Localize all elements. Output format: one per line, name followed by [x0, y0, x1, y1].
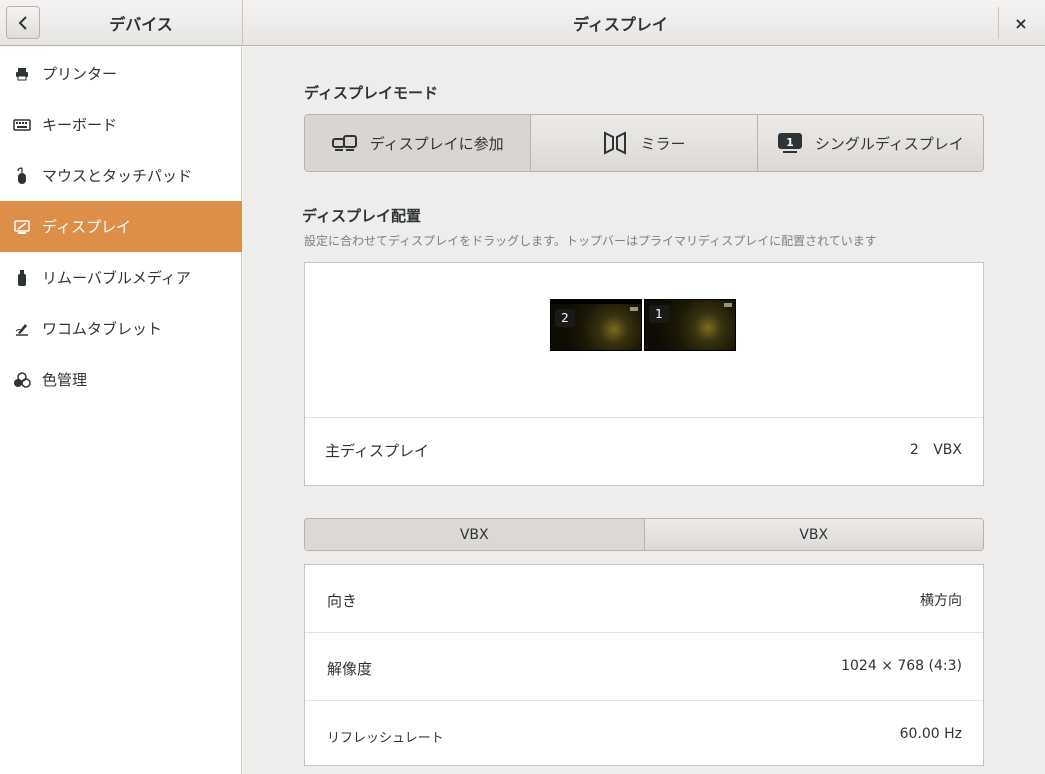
- tab-vbx-2[interactable]: VBX: [644, 519, 983, 550]
- monitor-corner-mark: [724, 303, 732, 307]
- display-icon: [13, 218, 31, 236]
- primary-display-value: 2 VBX: [909, 442, 962, 458]
- sidebar-item-mouse[interactable]: マウスとタッチパッド: [0, 150, 242, 201]
- sidebar-item-label: リムーバブルメディア: [42, 269, 191, 287]
- single-display-label: シングルディスプレイ: [814, 134, 964, 153]
- mirror-label: ミラー: [640, 134, 686, 153]
- chevron-left-icon: [18, 15, 27, 30]
- arrangement-title: ディスプレイ配置: [302, 207, 421, 225]
- back-button[interactable]: [6, 6, 40, 39]
- sidebar-item-display[interactable]: ディスプレイ: [0, 201, 242, 252]
- sidebar-item-label: 色管理: [42, 371, 88, 389]
- monitor-2[interactable]: 2: [550, 299, 642, 351]
- monitor-1[interactable]: 1: [644, 299, 736, 351]
- color-circles-icon: [13, 371, 31, 389]
- sidebar-item-label: マウスとタッチパッド: [42, 167, 193, 185]
- primary-display-label: 主ディスプレイ: [325, 442, 429, 460]
- page-title: ディスプレイ: [573, 15, 668, 34]
- refresh-rate-label: リフレッシュレート: [327, 731, 444, 746]
- monitor-number: 1: [649, 305, 669, 323]
- sidebar-item-label: プリンター: [42, 65, 118, 83]
- monitor-corner-mark: [630, 307, 638, 311]
- close-button[interactable]: ×: [1004, 7, 1038, 39]
- display-tabs: VBX VBX: [304, 518, 984, 551]
- single-display-button[interactable]: 1 シングルディスプレイ: [757, 115, 983, 171]
- single-display-icon: 1: [777, 133, 802, 153]
- resolution-label: 解像度: [327, 660, 373, 678]
- join-displays-icon: [331, 135, 357, 151]
- mirror-icon: [604, 131, 627, 155]
- svg-text:1: 1: [786, 136, 794, 149]
- sidebar-item-printers[interactable]: プリンター: [0, 48, 242, 99]
- mouse-icon: [13, 166, 31, 185]
- mirror-button[interactable]: ミラー: [531, 115, 758, 171]
- tablet-pen-icon: [13, 320, 31, 338]
- sidebar-title: デバイス: [109, 15, 173, 34]
- sidebar-item-removable-media[interactable]: リムーバブルメディア: [0, 252, 242, 303]
- sidebar-item-label: ディスプレイ: [42, 218, 131, 236]
- sidebar-item-color[interactable]: 色管理: [0, 354, 242, 405]
- sidebar-item-label: ワコムタブレット: [42, 320, 163, 338]
- main-content: ディスプレイモード ディスプレイに参加 ミラー 1 シングルディスプレイ ディス…: [243, 47, 1045, 774]
- usb-drive-icon: [13, 269, 31, 287]
- sidebar: プリンター キーボード マウスとタッチパッド ディスプレイ リムーバブルメディア…: [0, 47, 242, 774]
- orientation-row[interactable]: 向き 横方向: [305, 565, 983, 633]
- close-divider: [998, 7, 999, 39]
- resolution-value: 1024 × 768 (4:3): [841, 658, 962, 674]
- orientation-label: 向き: [327, 592, 358, 610]
- display-settings-panel: 向き 横方向 解像度 1024 × 768 (4:3) リフレッシュレート 60…: [304, 564, 984, 766]
- orientation-value: 横方向: [920, 593, 962, 609]
- sidebar-item-keyboard[interactable]: キーボード: [0, 99, 242, 150]
- display-mode-title: ディスプレイモード: [304, 84, 438, 102]
- join-displays-button[interactable]: ディスプレイに参加: [305, 115, 532, 171]
- header-bar: デバイス ディスプレイ ×: [0, 0, 1045, 46]
- sidebar-item-wacom[interactable]: ワコムタブレット: [0, 303, 242, 354]
- printer-icon: [13, 65, 31, 83]
- monitor-number: 2: [555, 309, 575, 327]
- tab-vbx-1[interactable]: VBX: [305, 519, 645, 550]
- close-icon: ×: [1014, 13, 1028, 33]
- display-mode-selector: ディスプレイに参加 ミラー 1 シングルディスプレイ: [304, 114, 984, 172]
- sidebar-item-label: キーボード: [42, 116, 118, 134]
- join-displays-label: ディスプレイに参加: [369, 134, 504, 153]
- refresh-rate-row[interactable]: リフレッシュレート 60.00 Hz: [305, 701, 983, 765]
- arrangement-panel: 2 1 主ディスプレイ 2 VBX: [304, 262, 984, 486]
- resolution-row[interactable]: 解像度 1024 × 768 (4:3): [305, 633, 983, 701]
- primary-display-row[interactable]: 主ディスプレイ 2 VBX: [305, 418, 983, 485]
- arrangement-area: 2 1: [305, 263, 983, 418]
- arrangement-subtitle: 設定に合わせてディスプレイをドラッグします。トップバーはプライマリディスプレイに…: [304, 234, 877, 248]
- refresh-rate-value: 60.00 Hz: [899, 726, 962, 742]
- keyboard-icon: [13, 116, 31, 134]
